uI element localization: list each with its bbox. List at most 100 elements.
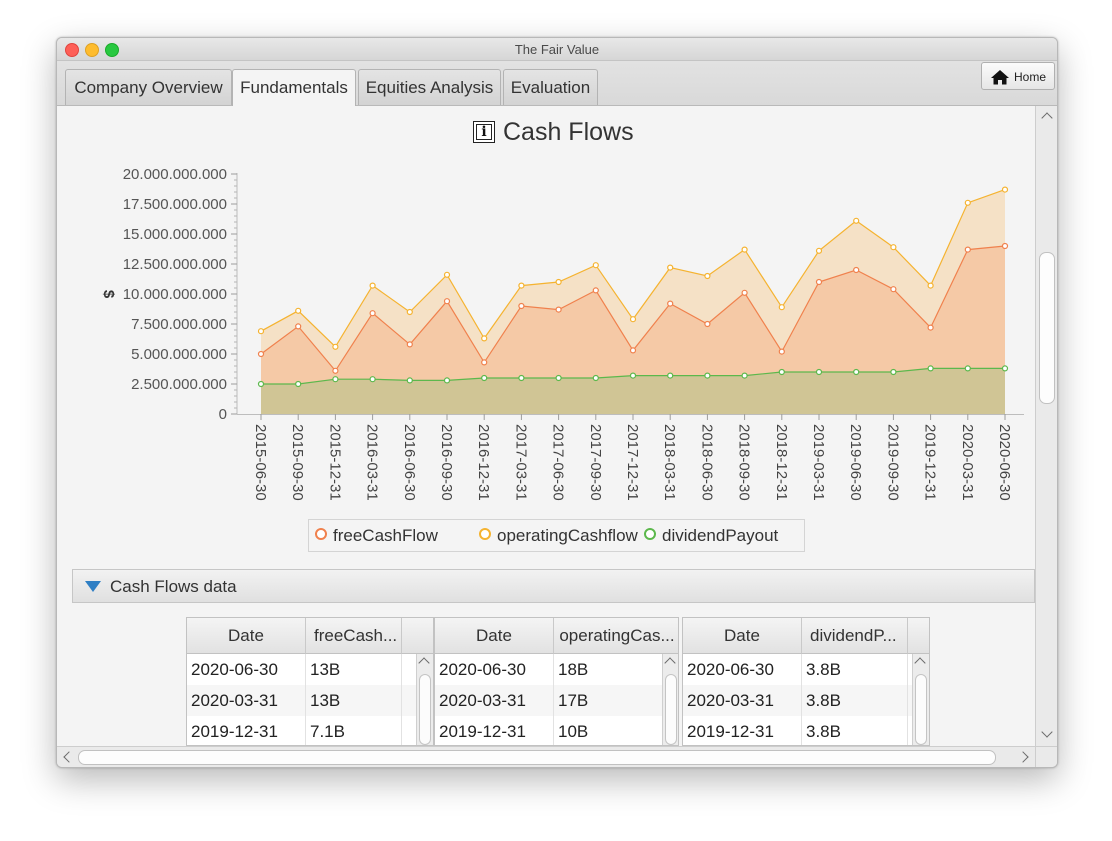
table-row[interactable]: 2020-06-30 18B bbox=[435, 654, 663, 685]
column-header-dividend-payout[interactable]: dividendP... bbox=[802, 618, 908, 654]
pane-title: Cash Flows data bbox=[110, 577, 237, 596]
main-horizontal-scrollbar[interactable] bbox=[57, 746, 1035, 767]
date-cell: 2020-06-30 bbox=[187, 654, 306, 685]
point-freeCashFlow bbox=[853, 266, 860, 274]
collapse-arrow-icon[interactable] bbox=[85, 581, 101, 592]
y-tick-label: 2.500.000.000 bbox=[131, 376, 227, 393]
table-row[interactable]: 2020-06-30 13B bbox=[187, 654, 417, 685]
value-cell: 13B bbox=[306, 685, 402, 716]
point-dividendPayout bbox=[555, 374, 562, 382]
column-header-operating-cashflow[interactable]: operatingCas... bbox=[554, 618, 678, 654]
legend-label: freeCashFlow bbox=[333, 526, 438, 545]
legend-dot-icon bbox=[315, 528, 327, 540]
x-tick-label: 2015-09-30 bbox=[289, 424, 306, 501]
point-dividendPayout bbox=[778, 368, 785, 376]
legend-item-free-cash-flow: freeCashFlow bbox=[315, 526, 438, 546]
scroll-right-icon[interactable] bbox=[1017, 751, 1029, 763]
point-dividendPayout bbox=[629, 372, 637, 379]
scrollbar-thumb[interactable] bbox=[78, 750, 996, 765]
table-row[interactable]: 2020-03-31 17B bbox=[435, 685, 663, 716]
scrollbar-thumb[interactable] bbox=[1039, 252, 1055, 404]
point-freeCashFlow bbox=[406, 341, 413, 348]
point-operatingCashflow bbox=[369, 282, 376, 289]
y-tick-label: 5.000.000.000 bbox=[131, 346, 227, 363]
main-vertical-scrollbar[interactable] bbox=[1035, 106, 1057, 746]
tab-company-overview[interactable]: Company Overview bbox=[65, 69, 232, 105]
date-cell: 2020-06-30 bbox=[435, 654, 554, 685]
scrollbar-thumb[interactable] bbox=[915, 674, 927, 745]
x-tick-label: 2016-09-30 bbox=[438, 424, 455, 501]
table-row[interactable]: 2019-12-31 10B bbox=[435, 716, 663, 745]
table-scrollbar[interactable] bbox=[416, 654, 433, 745]
table-scrollbar[interactable] bbox=[662, 654, 678, 745]
tab-bar: Company Overview Fundamentals Equities A… bbox=[57, 61, 1057, 106]
point-operatingCashflow bbox=[704, 272, 711, 280]
table-row[interactable]: 2020-03-31 13B bbox=[187, 685, 417, 716]
table-row[interactable]: 2019-12-31 3.8B bbox=[683, 716, 913, 745]
date-cell: 2020-03-31 bbox=[187, 685, 306, 716]
table-row[interactable]: 2020-03-31 3.8B bbox=[683, 685, 913, 716]
x-tick-label: 2015-06-30 bbox=[252, 424, 269, 501]
window-title: The Fair Value bbox=[514, 42, 600, 57]
home-icon bbox=[991, 70, 1009, 85]
tab-evaluation[interactable]: Evaluation bbox=[503, 69, 598, 105]
table-row[interactable]: 2020-06-30 3.8B bbox=[683, 654, 913, 685]
x-tick-label: 2017-09-30 bbox=[587, 424, 604, 501]
chart-legend: freeCashFlow operatingCashflow dividendP… bbox=[308, 519, 805, 552]
point-dividendPayout bbox=[853, 368, 860, 376]
column-header-free-cash-flow[interactable]: freeCash... bbox=[306, 618, 402, 654]
point-operatingCashflow bbox=[332, 343, 339, 350]
x-tick-label: 2017-03-31 bbox=[512, 424, 529, 501]
point-operatingCashflow bbox=[295, 307, 302, 314]
legend-label: operatingCashflow bbox=[497, 526, 638, 545]
column-header-date[interactable]: Date bbox=[683, 618, 802, 654]
scroll-up-icon[interactable] bbox=[1041, 112, 1053, 124]
scroll-up-icon[interactable] bbox=[914, 657, 926, 669]
point-dividendPayout bbox=[815, 368, 823, 376]
point-freeCashFlow bbox=[927, 324, 934, 331]
scroll-up-icon[interactable] bbox=[418, 657, 430, 669]
point-dividendPayout bbox=[927, 365, 934, 372]
x-tick-label: 2019-12-31 bbox=[922, 424, 939, 501]
column-header-filler bbox=[402, 618, 433, 654]
table-row[interactable]: 2019-12-31 7.1B bbox=[187, 716, 417, 745]
value-cell: 10B bbox=[554, 716, 663, 745]
point-operatingCashflow bbox=[1001, 186, 1009, 193]
point-operatingCashflow bbox=[257, 328, 265, 335]
scroll-left-icon[interactable] bbox=[63, 751, 75, 763]
y-tick-label: 15.000.000.000 bbox=[123, 226, 227, 243]
column-header-date[interactable]: Date bbox=[187, 618, 306, 654]
cash-flows-data-pane-header[interactable]: Cash Flows data bbox=[72, 569, 1035, 603]
x-tick-label: 2019-06-30 bbox=[847, 424, 864, 501]
cash-flows-chart: 0 2.500.000.000 5.000.000.000 7.500.000.000… bbox=[100, 166, 1024, 501]
value-cell: 3.8B bbox=[802, 685, 908, 716]
date-cell: 2019-12-31 bbox=[187, 716, 306, 745]
table-scrollbar[interactable] bbox=[912, 654, 929, 745]
home-button-label: Home bbox=[1014, 70, 1047, 84]
scrollbar-thumb[interactable] bbox=[665, 674, 677, 745]
y-axis-label: $ bbox=[100, 290, 117, 299]
tab-fundamentals[interactable]: Fundamentals bbox=[232, 69, 356, 106]
x-tick-label: 2017-06-30 bbox=[550, 424, 567, 501]
point-freeCashFlow bbox=[443, 298, 451, 305]
date-cell: 2020-06-30 bbox=[683, 654, 802, 685]
date-cell: 2019-12-31 bbox=[435, 716, 554, 745]
scrollbar-thumb[interactable] bbox=[419, 674, 431, 745]
x-tick-label: 2018-06-30 bbox=[698, 424, 715, 501]
tab-equities-analysis[interactable]: Equities Analysis bbox=[358, 69, 501, 105]
point-dividendPayout bbox=[332, 376, 339, 383]
scroll-up-icon[interactable] bbox=[664, 657, 676, 669]
point-operatingCashflow bbox=[555, 278, 562, 286]
point-freeCashFlow bbox=[629, 347, 637, 354]
point-freeCashFlow bbox=[481, 359, 488, 366]
point-freeCashFlow bbox=[295, 323, 302, 330]
info-icon[interactable]: i bbox=[473, 121, 495, 143]
legend-item-dividend-payout: dividendPayout bbox=[644, 526, 778, 546]
fundamentals-content: 0 2.500.000.000 5.000.000.000 7.500.000.000… bbox=[57, 106, 1035, 746]
chart-title-text: Cash Flows bbox=[503, 118, 634, 146]
scroll-down-icon[interactable] bbox=[1041, 726, 1053, 738]
point-freeCashFlow bbox=[518, 302, 525, 310]
x-tick-label: 2017-12-31 bbox=[624, 424, 641, 501]
home-button[interactable]: Home bbox=[981, 62, 1055, 90]
column-header-date[interactable]: Date bbox=[435, 618, 554, 654]
